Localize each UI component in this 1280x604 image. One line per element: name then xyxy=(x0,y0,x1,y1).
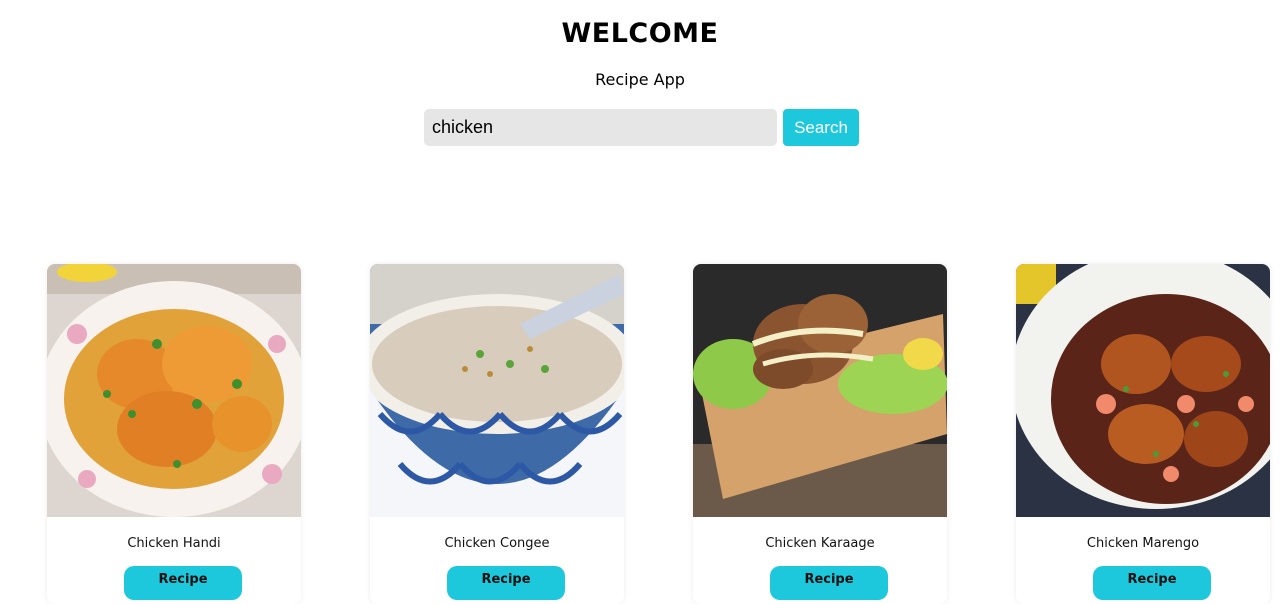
page-title: WELCOME xyxy=(561,18,719,49)
search-input[interactable] xyxy=(424,109,777,146)
recipe-image xyxy=(693,264,947,517)
recipe-button[interactable]: Recipe xyxy=(124,566,242,600)
app-subtitle: Recipe App xyxy=(595,70,685,89)
recipe-card: Chicken Marengo Recipe xyxy=(1016,264,1270,604)
recipe-name: Chicken Handi xyxy=(127,536,221,551)
recipe-image xyxy=(47,264,301,517)
recipe-button[interactable]: Recipe xyxy=(770,566,888,600)
recipe-card: Chicken Congee Recipe xyxy=(370,264,624,604)
recipe-button[interactable]: Recipe xyxy=(447,566,565,600)
recipe-image xyxy=(1016,264,1270,517)
recipe-name: Chicken Congee xyxy=(444,536,550,551)
recipe-card: Chicken Handi Recipe xyxy=(47,264,301,604)
recipe-card: Chicken Karaage Recipe xyxy=(693,264,947,604)
recipe-name: Chicken Marengo xyxy=(1086,536,1200,551)
recipe-image xyxy=(370,264,624,517)
search-button[interactable]: Search xyxy=(783,109,859,146)
recipe-button[interactable]: Recipe xyxy=(1093,566,1211,600)
recipe-name: Chicken Karaage xyxy=(765,536,875,551)
